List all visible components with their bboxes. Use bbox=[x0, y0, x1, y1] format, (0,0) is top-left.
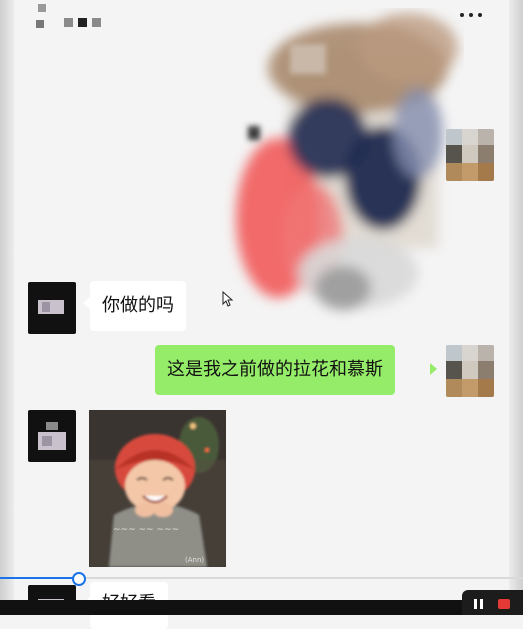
my-avatar[interactable] bbox=[446, 345, 494, 397]
bubble-tail bbox=[430, 363, 437, 375]
contact-avatar[interactable] bbox=[28, 410, 76, 462]
stop-icon[interactable] bbox=[498, 599, 510, 609]
sticker-image[interactable]: ~~~ ~~ ~~~ (Ann) bbox=[89, 410, 226, 567]
video-progress-fill bbox=[0, 577, 79, 579]
sticker-watermark: (Ann) bbox=[185, 556, 204, 564]
screen-frame-right bbox=[509, 0, 523, 615]
contact-name-redacted bbox=[64, 12, 106, 31]
bubble-tail bbox=[83, 297, 90, 309]
player-bottom-bar bbox=[0, 600, 523, 615]
message-bubble-outgoing[interactable]: 这是我之前做的拉花和慕斯 bbox=[155, 345, 395, 395]
pause-icon[interactable] bbox=[474, 599, 484, 609]
screen-frame-left bbox=[0, 0, 14, 615]
sticker-caption-handwriting: ~~~ ~~ ~~~ bbox=[113, 525, 179, 535]
shared-photo[interactable] bbox=[208, 8, 464, 326]
message-bubble-incoming[interactable]: 你做的吗 bbox=[90, 281, 186, 331]
my-avatar[interactable] bbox=[446, 129, 494, 181]
contact-avatar[interactable] bbox=[28, 282, 76, 334]
video-progress-knob[interactable] bbox=[72, 572, 87, 586]
player-controls bbox=[462, 590, 523, 615]
mouse-cursor-icon bbox=[222, 291, 234, 307]
back-icon[interactable] bbox=[36, 4, 50, 32]
